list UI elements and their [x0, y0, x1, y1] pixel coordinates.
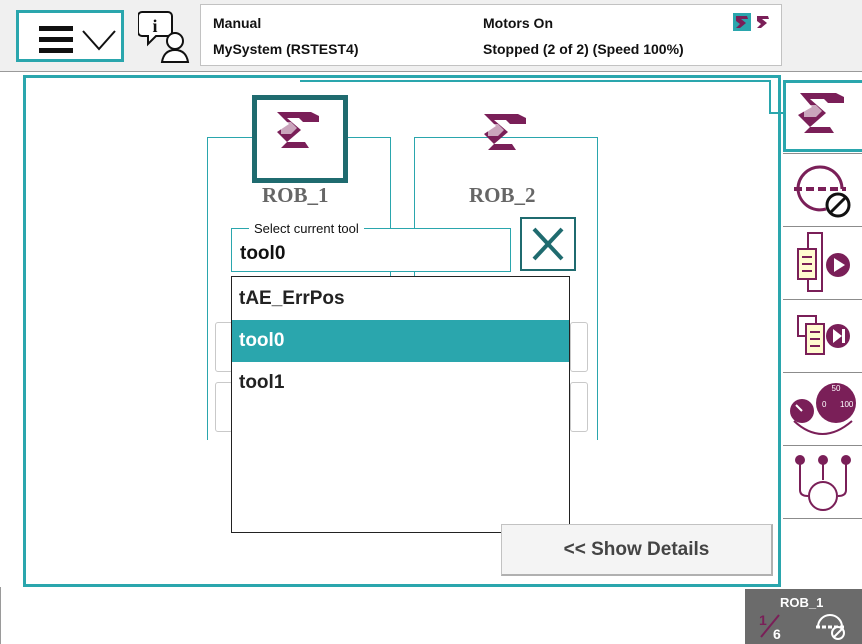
tool-option[interactable]: tAE_ErrPos	[232, 278, 569, 320]
tool-select-value[interactable]: tool0	[240, 243, 285, 265]
speed-icon: 50 0 100	[789, 383, 856, 435]
robot-icon	[277, 112, 319, 148]
hamburger-icon	[39, 26, 73, 59]
svg-text:0: 0	[822, 400, 827, 409]
quickset-unit: ROB_1	[780, 595, 824, 610]
tool-dropdown-list: tAE_ErrPos tool0 tool1	[231, 276, 570, 533]
program-state: Stopped (2 of 2) (Speed 100%)	[483, 41, 684, 57]
tool-option[interactable]: tool1	[232, 362, 569, 404]
motors-state: Motors On	[483, 15, 553, 31]
show-details-button[interactable]: << Show Details	[501, 524, 773, 576]
ghost-control	[570, 382, 588, 432]
operating-mode: Manual	[213, 15, 262, 31]
event-log-icon[interactable]: i	[138, 8, 192, 64]
tab-connector	[769, 80, 783, 114]
svg-text:1: 1	[759, 612, 767, 628]
quickset-button[interactable]: ROB_1 1 6	[745, 589, 862, 644]
svg-text:i: i	[152, 16, 157, 36]
chevron-down-icon	[82, 30, 116, 51]
no-increment-icon	[816, 614, 845, 640]
ghost-control	[570, 322, 588, 372]
close-dropdown-button[interactable]	[520, 217, 576, 271]
tool-select-legend: Select current tool	[249, 221, 364, 236]
speed-button[interactable]: 50 0 100	[783, 372, 862, 445]
robot-icon	[798, 93, 844, 133]
task-select-button[interactable]	[783, 445, 862, 518]
step-mode-button[interactable]	[783, 299, 862, 372]
no-increment-icon	[793, 165, 850, 218]
robot-status-icon	[733, 13, 769, 31]
run-mode-button[interactable]	[783, 226, 862, 299]
close-icon	[532, 227, 564, 261]
svg-text:50: 50	[831, 384, 840, 393]
jog-mechanical-unit-button[interactable]	[783, 80, 862, 152]
increment-fraction-icon: 1 6	[759, 612, 781, 641]
increment-button[interactable]	[783, 153, 862, 226]
status-bar[interactable]: Manual MySystem (RSTEST4) Motors On Stop…	[200, 4, 782, 66]
svg-text:6: 6	[773, 626, 781, 641]
svg-text:100: 100	[840, 400, 854, 409]
rail-divider	[783, 518, 862, 519]
left-border	[0, 587, 1, 644]
main-menu-button[interactable]	[16, 10, 124, 62]
robot-icon[interactable]	[474, 108, 538, 172]
rob1-selected-tile[interactable]	[252, 95, 348, 183]
system-name: MySystem (RSTEST4)	[213, 41, 359, 57]
run-mode-icon	[796, 232, 850, 292]
step-mode-icon	[796, 315, 850, 355]
tool-option-selected[interactable]: tool0	[232, 320, 569, 362]
rob1-label[interactable]: ROB_1	[262, 183, 329, 208]
rob2-label[interactable]: ROB_2	[469, 183, 536, 208]
task-select-icon	[794, 455, 851, 511]
